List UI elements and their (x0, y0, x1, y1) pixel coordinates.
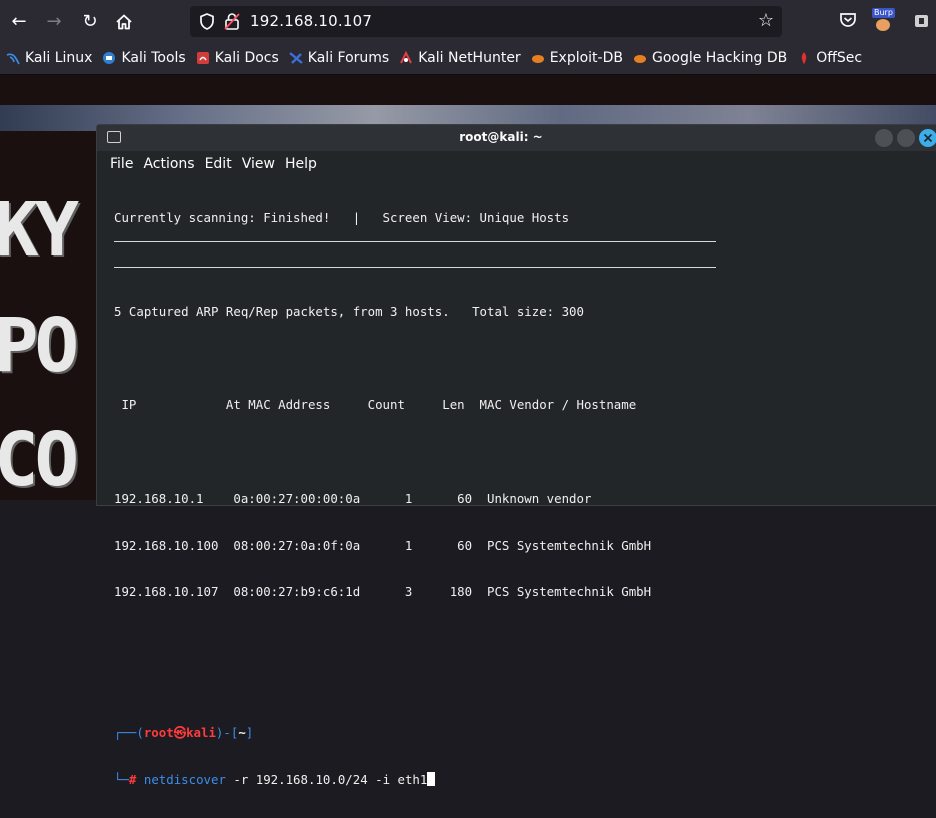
text-cursor (427, 771, 436, 786)
insecure-lock-icon[interactable] (224, 12, 240, 30)
prompt-user: root (143, 724, 174, 740)
bookmark-kali-docs[interactable]: Kali Docs (196, 50, 279, 66)
terminal-title: root@kali: ~ (459, 130, 543, 144)
kali-forums-icon (289, 51, 303, 65)
wallpaper-letters-2: PO (0, 303, 79, 389)
forward-arrow-icon[interactable]: → (43, 11, 65, 33)
bookmark-google-hacking-db[interactable]: Google Hacking DB (633, 50, 787, 66)
close-button[interactable] (919, 129, 936, 147)
kali-dragon-icon (6, 51, 20, 65)
kali-tools-icon (102, 51, 116, 65)
prompt-dir: ~ (238, 724, 246, 740)
shell-prompt-line-2[interactable]: └─# netdiscover -r 192.168.10.0/24 -i et… (114, 771, 651, 788)
burp-face-icon (876, 19, 890, 31)
close-icon (923, 133, 933, 143)
menu-actions[interactable]: Actions (143, 156, 194, 172)
burp-extension-icon[interactable]: Burp (872, 8, 896, 32)
menu-help[interactable]: Help (285, 156, 317, 172)
terminal-titlebar[interactable]: root@kali: ~ (97, 125, 936, 151)
reload-icon[interactable]: ↻ (79, 11, 101, 33)
browser-toolbar: ← → ↻ 192.168.10.107 ☆ Burp (0, 0, 936, 42)
back-arrow-icon[interactable]: ← (8, 11, 30, 33)
bookmark-kali-tools[interactable]: Kali Tools (102, 50, 186, 66)
table-row: 192.168.10.100 08:00:27:0a:0f:0a 1 60 PC… (114, 537, 652, 553)
table-row: 192.168.10.1 0a:00:27:00:00:0a 1 60 Unkn… (114, 490, 592, 506)
offsec-icon (797, 51, 811, 65)
burp-badge: Burp (872, 8, 895, 18)
scan-status-line: Currently scanning: Finished! | Screen V… (114, 210, 570, 226)
maximize-button[interactable] (897, 129, 915, 147)
bookmark-exploit-db[interactable]: Exploit-DB (531, 50, 623, 66)
minimize-button[interactable] (875, 129, 893, 147)
bookmark-kali-forums[interactable]: Kali Forums (289, 50, 389, 66)
bookmark-star-icon[interactable]: ☆ (758, 10, 774, 31)
wallpaper-letters-1: KY (0, 187, 79, 273)
bookmark-kali-nethunter[interactable]: Kali NetHunter (399, 50, 521, 66)
exploit-db-icon (531, 51, 545, 65)
kali-docs-icon (196, 51, 210, 65)
extension-puzzle-icon[interactable] (913, 10, 931, 30)
tracking-shield-icon[interactable] (199, 13, 215, 30)
nethunter-icon (399, 50, 413, 65)
url-bar[interactable]: 192.168.10.107 ☆ (190, 6, 782, 37)
ghdb-icon (633, 51, 647, 65)
command-name: netdiscover (143, 771, 226, 787)
packet-summary-line: 5 Captured ARP Req/Rep packets, from 3 h… (114, 303, 584, 319)
terminal-menubar: File Actions Edit View Help (97, 151, 936, 177)
menu-edit[interactable]: Edit (205, 156, 232, 172)
wallpaper-letters-3: CO (0, 417, 79, 500)
prompt-host: kali (186, 724, 216, 740)
home-icon[interactable] (113, 11, 135, 33)
command-args: -r 192.168.10.0/24 -i eth1 (225, 771, 428, 787)
terminal-window[interactable]: root@kali: ~ File Actions Edit View Help… (96, 124, 936, 787)
menu-view[interactable]: View (242, 156, 275, 172)
bookmark-offsec[interactable]: OffSec (797, 50, 862, 66)
table-header: IP At MAC Address Count Len MAC Vendor /… (114, 397, 637, 413)
table-row: 192.168.10.107 08:00:27:b9:c6:1d 3 180 P… (114, 584, 652, 600)
shell-prompt-line-1: ┌──(root㉿kali)-[~] (114, 724, 254, 740)
url-text[interactable]: 192.168.10.107 (250, 12, 372, 30)
bookmarks-toolbar: Kali Linux Kali Tools Kali Docs Kali For… (0, 42, 936, 75)
terminal-output[interactable]: Currently scanning: Finished! | Screen V… (114, 179, 651, 818)
pocket-icon[interactable] (838, 10, 858, 30)
bookmark-kali-linux[interactable]: Kali Linux (6, 50, 92, 66)
menu-file[interactable]: File (110, 156, 133, 172)
